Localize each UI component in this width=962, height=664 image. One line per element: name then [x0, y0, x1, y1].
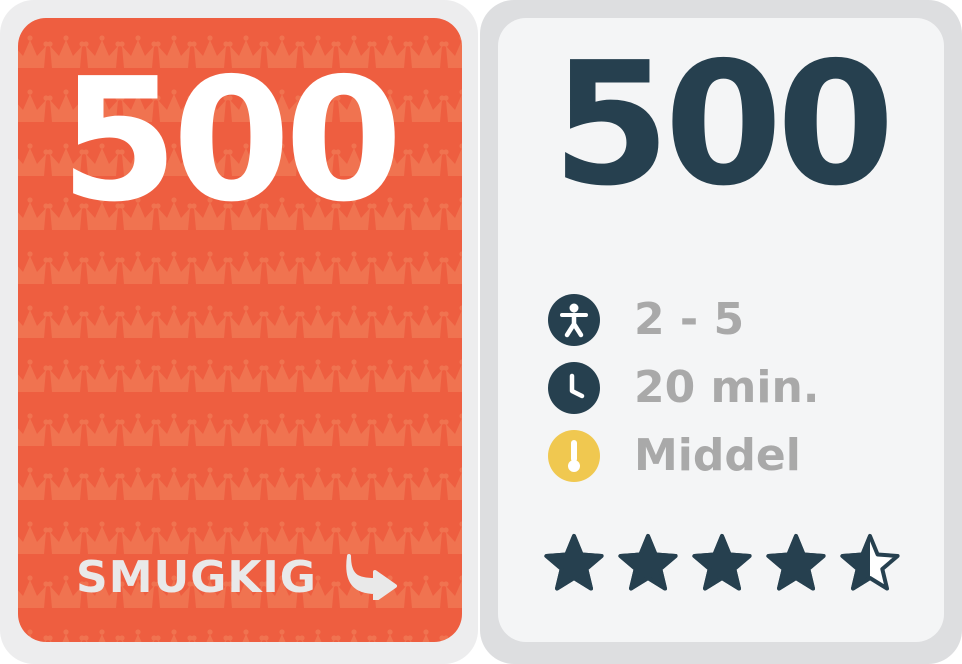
star-half-icon — [840, 534, 900, 591]
players-text: 2 - 5 — [634, 294, 745, 345]
time-row: 20 min. — [548, 362, 820, 414]
peek-label: SMUGKIG — [76, 551, 317, 603]
clock-icon — [548, 362, 600, 414]
person-icon — [548, 294, 600, 346]
star-full-icon — [544, 534, 604, 591]
players-row: 2 - 5 — [548, 294, 744, 346]
difficulty-row: Middel — [548, 430, 801, 482]
difficulty-text: Middel — [634, 430, 801, 481]
curved-arrow-right-icon — [343, 550, 401, 604]
star-full-icon — [618, 534, 678, 591]
thermometer-icon — [548, 430, 600, 482]
front-card[interactable]: 500 SMUGKIG — [18, 18, 462, 642]
back-number: 500 — [552, 26, 895, 224]
star-full-icon — [766, 534, 826, 591]
rating-stars — [543, 533, 901, 595]
peek-button[interactable]: SMUGKIG — [76, 550, 401, 604]
front-number: 500 — [60, 42, 403, 240]
time-text: 20 min. — [634, 362, 820, 413]
star-full-icon — [692, 534, 752, 591]
